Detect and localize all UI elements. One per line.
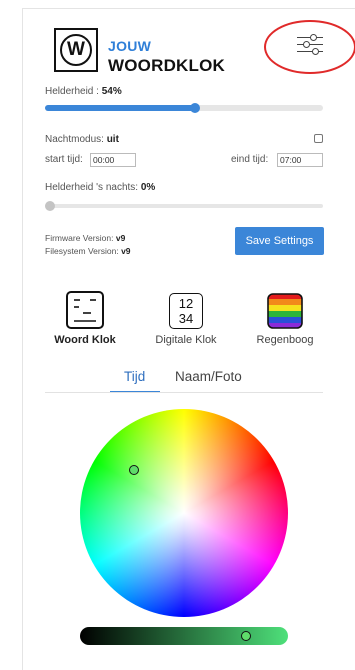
logo-line2: WOORDKLOK — [108, 56, 226, 75]
brightness-slider[interactable] — [45, 105, 323, 111]
color-value-slider[interactable] — [80, 627, 288, 645]
start-time-input[interactable]: 00:00 — [90, 153, 136, 167]
tab-tijd[interactable]: Tijd — [124, 369, 145, 384]
color-wheel-handle[interactable] — [129, 465, 139, 475]
logo-line1: JOUW — [108, 38, 152, 54]
save-settings-button[interactable]: Save Settings — [235, 227, 324, 255]
brightness-slider-fill — [45, 105, 196, 111]
highlight-annotation — [264, 20, 355, 74]
mode-word-clock[interactable]: Woord Klok — [50, 290, 120, 346]
mode-digital-clock-label: Digitale Klok — [155, 334, 217, 346]
end-time-label: eind tijd: — [231, 154, 269, 165]
rainbow-icon — [267, 293, 303, 329]
digital-clock-icon: 12 34 — [169, 293, 203, 329]
color-wheel[interactable] — [80, 409, 288, 617]
firmware-version: Firmware Version: v9 — [45, 233, 126, 243]
logo-icon: W — [54, 28, 98, 72]
brightness-value: 54% — [101, 86, 122, 97]
digital-clock-digits-bottom: 34 — [178, 311, 194, 326]
night-brightness-label: Helderheid 's nachts: 0% — [45, 182, 156, 193]
mode-word-clock-label: Woord Klok — [54, 334, 116, 346]
night-mode-checkbox[interactable] — [314, 134, 323, 143]
mode-digital-clock[interactable]: 12 34 Digitale Klok — [148, 293, 224, 346]
night-mode-label: Nachtmodus: uit — [45, 134, 119, 145]
brightness-label: Helderheid : 54% — [45, 86, 122, 97]
mode-rainbow[interactable]: Regenboog — [250, 293, 320, 346]
night-brightness-slider[interactable] — [45, 204, 323, 208]
word-clock-icon — [66, 291, 104, 329]
tab-divider — [45, 392, 323, 393]
start-time-label: start tijd: — [45, 154, 83, 165]
night-mode-state: uit — [106, 134, 119, 145]
night-brightness-value: 0% — [140, 182, 156, 193]
night-brightness-slider-thumb[interactable] — [45, 201, 55, 211]
digital-clock-digits-top: 12 — [178, 296, 194, 311]
filesystem-version: Filesystem Version: v9 — [45, 246, 131, 256]
tab-naam-foto[interactable]: Naam/Foto — [175, 369, 242, 384]
logo-letter: W — [60, 34, 92, 66]
end-time-input[interactable]: 07:00 — [277, 153, 323, 167]
mode-rainbow-label: Regenboog — [256, 334, 314, 346]
